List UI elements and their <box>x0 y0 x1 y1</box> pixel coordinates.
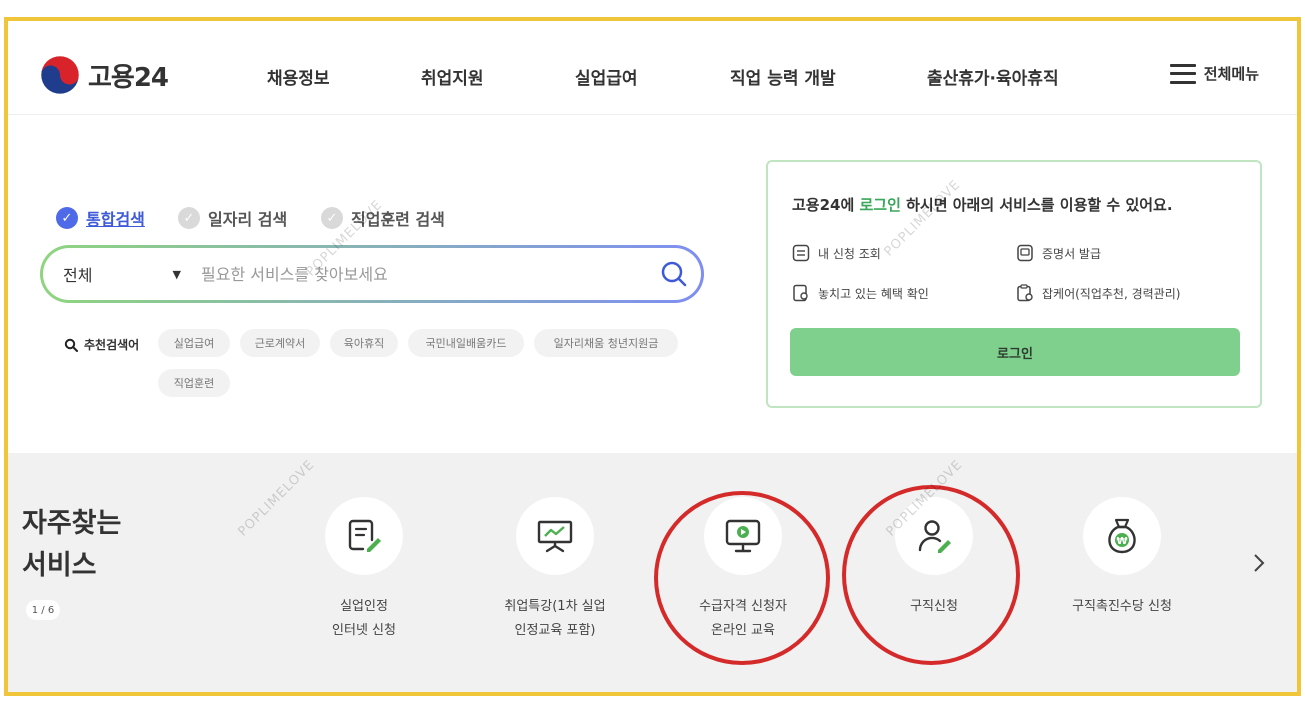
scope-value: 전체 <box>63 266 93 285</box>
money-bag-won-icon: ₩ <box>1108 518 1136 554</box>
tab-integrated-search[interactable]: ✓ 통합검색 <box>56 206 145 230</box>
keyword-chip[interactable]: 근로계약서 <box>240 329 320 357</box>
hamburger-icon <box>1169 63 1196 84</box>
search-icon <box>661 261 687 287</box>
tab-job-search[interactable]: ✓ 일자리 검색 <box>178 206 287 230</box>
service-icon-circle <box>704 497 782 575</box>
service-icon-circle: ₩ <box>1083 497 1161 575</box>
service-item-job-lecture[interactable]: 취업특강(1차 실업 인정교육 포함) <box>465 497 645 643</box>
monitor-play-icon <box>725 519 761 553</box>
screenshot-frame: 고용24 채용정보 취업지원 실업급여 직업 능력 개발 출산휴가·육아휴직 전… <box>4 17 1301 696</box>
document-edit-icon <box>348 519 381 552</box>
search-button[interactable] <box>647 248 701 300</box>
logo-text: 고용24 <box>88 62 169 93</box>
service-item-label: 수급자격 신청자 온라인 교육 <box>699 599 787 638</box>
certificate-icon <box>1017 244 1033 262</box>
service-item-job-application[interactable]: 구직신청 <box>844 497 1024 619</box>
service-item-label: 취업특강(1차 실업 인정교육 포함) <box>504 599 606 638</box>
nav-item-job-support[interactable]: 취업지원 <box>421 64 484 89</box>
keyword-chip[interactable]: 직업훈련 <box>158 369 230 397</box>
search-bar: 전체 ▼ <box>40 245 704 303</box>
check-circle-icon: ✓ <box>56 207 78 229</box>
service-my-applications: 내 신청 조회 <box>792 244 881 262</box>
all-menu-button[interactable]: 전체메뉴 <box>1169 63 1259 84</box>
check-circle-icon: ✓ <box>321 207 343 229</box>
service-icon-circle <box>516 497 594 575</box>
service-label: 잡케어(직업추천, 경력관리) <box>1042 286 1181 301</box>
search-scope-select[interactable]: 전체 ▼ <box>43 262 193 286</box>
service-missed-benefits: 놓치고 있는 혜택 확인 <box>792 284 929 302</box>
service-item-label: 구직촉진수당 신청 <box>1072 599 1172 614</box>
keyword-chip[interactable]: 실업급여 <box>158 329 230 357</box>
service-item-online-education[interactable]: 수급자격 신청자 온라인 교육 <box>653 497 833 643</box>
caret-down-icon: ▼ <box>172 267 181 281</box>
service-icon-circle <box>895 497 973 575</box>
site-header: 고용24 채용정보 취업지원 실업급여 직업 능력 개발 출산휴가·육아휴직 전… <box>8 21 1297 115</box>
login-message-highlight: 로그인 <box>859 196 901 214</box>
service-item-label: 구직신청 <box>910 599 958 614</box>
service-jobcare: 잡케어(직업추천, 경력관리) <box>1016 284 1180 302</box>
login-message-post: 하시면 아래의 서비스를 이용할 수 있어요. <box>900 196 1173 214</box>
service-certificate: 증명서 발급 <box>1016 244 1101 262</box>
login-message-pre: 고용24에 <box>792 196 860 214</box>
nav-item-unemployment-benefit[interactable]: 실업급여 <box>575 64 638 89</box>
document-search-icon <box>793 284 808 302</box>
chevron-right-icon <box>1254 554 1265 572</box>
tab-training-search[interactable]: ✓ 직업훈련 검색 <box>321 206 445 230</box>
keyword-chip[interactable]: 국민내일배움카드 <box>408 329 524 357</box>
recommended-keywords-label: 추천검색어 <box>64 336 139 353</box>
nav-item-vocational-training[interactable]: 직업 능력 개발 <box>730 64 836 89</box>
nav-item-maternity-parental-leave[interactable]: 출산휴가·육아휴직 <box>927 64 1059 89</box>
login-message: 고용24에 로그인 하시면 아래의 서비스를 이용할 수 있어요. <box>792 194 1173 215</box>
keyword-chip[interactable]: 육아휴직 <box>330 329 398 357</box>
search-section: ✓ 통합검색 ✓ 일자리 검색 ✓ 직업훈련 검색 전체 ▼ 필요한 서비스를 … <box>8 115 1297 453</box>
tab-label: 직업훈련 검색 <box>351 210 445 229</box>
carousel-next-button[interactable] <box>1244 548 1274 578</box>
tab-label: 일자리 검색 <box>208 210 288 229</box>
keyword-chip[interactable]: 일자리채움 청년지원금 <box>534 329 678 357</box>
page-indicator: 1 / 6 <box>26 600 60 620</box>
presentation-board-icon <box>537 520 573 553</box>
frequent-services-section: 자주찾는 서비스 1 / 6 실업인정 인터넷 신청 취업특강(1차 실업 인정… <box>8 453 1297 692</box>
service-item-job-seeking-allowance[interactable]: ₩ 구직촉진수당 신청 <box>1032 497 1212 619</box>
title-line-1: 자주찾는 <box>22 508 122 539</box>
person-edit-icon <box>918 520 951 553</box>
svg-text:₩: ₩ <box>1116 536 1127 547</box>
tab-label: 통합검색 <box>86 210 145 229</box>
clipboard-gear-icon <box>1017 284 1033 302</box>
service-label: 내 신청 조회 <box>818 246 881 261</box>
search-input[interactable] <box>193 264 647 284</box>
all-menu-label: 전체메뉴 <box>1203 65 1259 83</box>
magnifier-icon <box>64 338 78 352</box>
list-check-icon <box>792 244 810 262</box>
recommend-label-text: 추천검색어 <box>84 338 140 352</box>
nav-item-recruit[interactable]: 채용정보 <box>267 64 330 89</box>
check-circle-icon: ✓ <box>178 207 200 229</box>
login-button[interactable]: 로그인 <box>790 328 1240 376</box>
service-label: 증명서 발급 <box>1042 246 1102 261</box>
service-icon-circle <box>325 497 403 575</box>
taegeuk-logo-icon <box>40 55 80 95</box>
service-item-unemployment-recognition[interactable]: 실업인정 인터넷 신청 <box>274 497 454 643</box>
site-logo[interactable]: 고용24 <box>40 55 169 95</box>
service-label: 놓치고 있는 혜택 확인 <box>818 286 929 301</box>
login-promo-box: 고용24에 로그인 하시면 아래의 서비스를 이용할 수 있어요. 내 신청 조… <box>766 160 1262 408</box>
frequent-services-title: 자주찾는 서비스 <box>22 503 121 587</box>
title-line-2: 서비스 <box>22 550 97 581</box>
service-item-label: 실업인정 인터넷 신청 <box>332 599 396 638</box>
